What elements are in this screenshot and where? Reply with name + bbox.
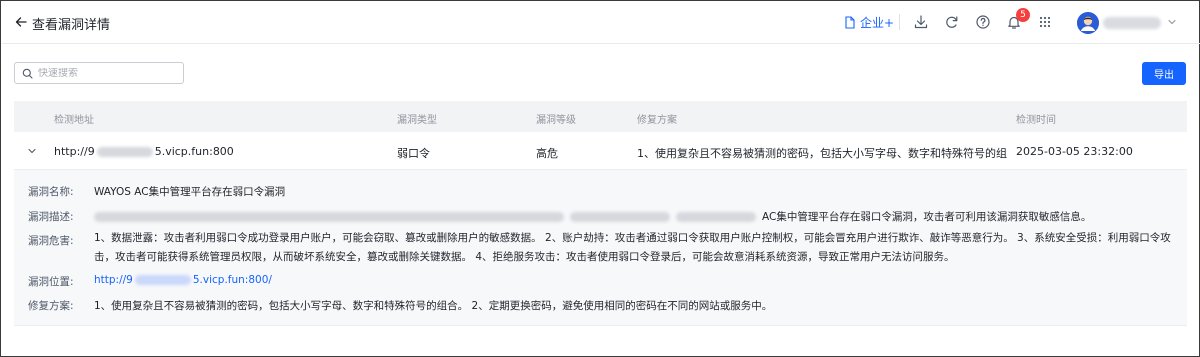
user-avatar-icon xyxy=(1077,12,1099,34)
column-header-time: 检测时间 xyxy=(1016,115,1056,126)
top-header: 查看漏洞详情 企业+ 5 xyxy=(2,2,1200,44)
detail-remedy-label: 修复方案: xyxy=(28,300,74,312)
column-header-type: 漏洞类型 xyxy=(397,115,437,126)
address-redacted xyxy=(96,147,153,157)
location-redacted xyxy=(134,275,191,285)
location-prefix: http://9 xyxy=(94,274,133,286)
cell-level: 高危 xyxy=(536,147,558,160)
download-icon[interactable] xyxy=(913,14,929,30)
description-redacted xyxy=(676,212,756,222)
chevron-down-icon[interactable] xyxy=(27,146,37,156)
apps-grid-icon[interactable] xyxy=(1037,14,1053,30)
document-icon xyxy=(845,16,855,29)
enterprise-plus-button[interactable]: 企业+ xyxy=(844,14,894,31)
column-header-address: 检测地址 xyxy=(54,115,94,126)
column-header-remedy: 修复方案 xyxy=(637,115,677,126)
help-icon[interactable] xyxy=(975,14,991,30)
address-prefix: http://9 xyxy=(54,145,95,158)
detail-name-value: WAYOS AC集中管理平台存在弱口令漏洞 xyxy=(94,186,286,198)
cell-address: http://9 5.vicp.fun:800 xyxy=(54,145,234,158)
column-header-level: 漏洞等级 xyxy=(536,115,576,126)
detail-location-link[interactable]: http://9 5.vicp.fun:800/ xyxy=(94,274,272,286)
page-title: 查看漏洞详情 xyxy=(32,18,111,33)
detail-desc-row: AC集中管理平台存在弱口令漏洞，攻击者可利用该漏洞获取敏感信息。 xyxy=(94,209,1091,224)
username-redacted xyxy=(1103,17,1161,29)
table-row[interactable]: http://9 5.vicp.fun:800 弱口令 高危 1、使用复杂且不容易… xyxy=(14,132,1187,170)
detail-harm-value: 1、数据泄露：攻击者利用弱口令成功登录用户账户，可能会窃取、篡改或删除用户的敏感… xyxy=(94,232,1171,263)
table-header: 检测地址 漏洞类型 漏洞等级 修复方案 检测时间 xyxy=(14,101,1187,132)
search-input[interactable] xyxy=(38,67,168,79)
detail-harm-label: 漏洞危害: xyxy=(28,235,74,247)
refresh-icon[interactable] xyxy=(944,14,960,30)
export-button[interactable]: 导出 xyxy=(1142,62,1186,85)
cell-remedy: 1、使用复杂且不容易被猜测的密码，包括大小写字母、数字和特殊符号的组合。 ... xyxy=(637,147,1007,160)
window-frame: 查看漏洞详情 企业+ 5 快速搜索 导出 检测地址 漏洞类型 漏洞等级 修复方案… xyxy=(0,0,1200,357)
enterprise-plus-label: 企业+ xyxy=(860,16,895,30)
expanded-detail-panel: 漏洞名称: WAYOS AC集中管理平台存在弱口令漏洞 漏洞描述: AC集中管理… xyxy=(14,170,1187,326)
search-box xyxy=(14,62,184,84)
address-suffix: 5.vicp.fun:800 xyxy=(154,145,234,158)
avatar[interactable] xyxy=(1077,12,1099,34)
detail-name-label: 漏洞名称: xyxy=(28,186,74,198)
location-suffix: 5.vicp.fun:800/ xyxy=(192,274,272,286)
notification-badge: 5 xyxy=(1016,8,1030,22)
header-divider xyxy=(899,14,900,30)
detail-remedy-value: 1、使用复杂且不容易被猜测的密码，包括大小写字母、数字和特殊符号的组合。 2、定… xyxy=(94,300,773,312)
search-icon xyxy=(22,68,33,79)
description-redacted xyxy=(570,212,670,222)
cell-type: 弱口令 xyxy=(397,147,430,160)
cell-time: 2025-03-05 23:32:00 xyxy=(1016,145,1133,158)
description-redacted xyxy=(94,212,564,222)
back-arrow-icon[interactable] xyxy=(14,15,28,29)
detail-desc-value: AC集中管理平台存在弱口令漏洞，攻击者可利用该漏洞获取敏感信息。 xyxy=(762,211,1092,223)
detail-desc-label: 漏洞描述: xyxy=(28,211,74,223)
detail-location-label: 漏洞位置: xyxy=(28,276,74,288)
chevron-down-icon[interactable] xyxy=(1167,17,1177,27)
